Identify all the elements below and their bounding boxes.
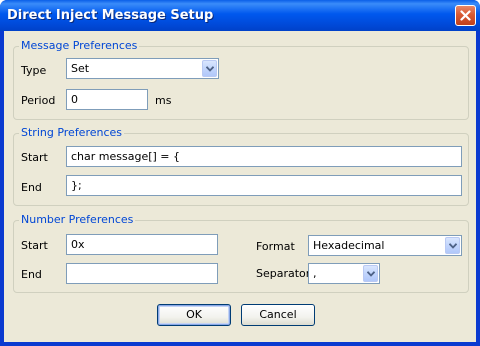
type-select[interactable]: Set bbox=[66, 58, 219, 79]
separator-select[interactable]: , bbox=[308, 263, 380, 284]
type-label: Type bbox=[21, 64, 47, 77]
period-label: Period bbox=[21, 94, 56, 107]
string-start-input[interactable]: char message[] = { bbox=[66, 146, 462, 167]
dialog-window: Direct Inject Message Setup Message Pref… bbox=[0, 0, 480, 346]
cancel-button[interactable]: Cancel bbox=[241, 304, 315, 326]
chevron-down-icon bbox=[206, 66, 214, 72]
message-preferences-legend: Message Preferences bbox=[19, 39, 140, 53]
format-select-value: Hexadecimal bbox=[313, 239, 385, 252]
ok-button[interactable]: OK bbox=[157, 304, 231, 326]
format-select[interactable]: Hexadecimal bbox=[308, 235, 462, 256]
type-select-value: Set bbox=[71, 62, 90, 75]
number-start-input[interactable]: 0x bbox=[66, 234, 218, 255]
type-dropdown-button[interactable] bbox=[202, 60, 217, 77]
dialog-body: Message Preferences Type Set Period 0 ms… bbox=[4, 31, 476, 342]
string-end-label: End bbox=[21, 181, 42, 194]
close-button[interactable] bbox=[455, 5, 476, 26]
number-preferences-legend: Number Preferences bbox=[19, 213, 136, 227]
number-preferences-group: Number Preferences Start 0x Format Hexad… bbox=[13, 213, 469, 293]
number-end-label: End bbox=[21, 268, 42, 281]
window-title: Direct Inject Message Setup bbox=[7, 8, 214, 23]
chevron-down-icon bbox=[449, 243, 457, 249]
format-dropdown-button[interactable] bbox=[445, 237, 460, 254]
message-preferences-group: Message Preferences Type Set Period 0 ms bbox=[13, 39, 469, 120]
period-input[interactable]: 0 bbox=[66, 89, 148, 110]
chevron-down-icon bbox=[367, 271, 375, 277]
string-preferences-group: String Preferences Start char message[] … bbox=[13, 126, 469, 206]
string-preferences-legend: String Preferences bbox=[19, 126, 125, 140]
string-start-label: Start bbox=[21, 151, 48, 164]
number-start-label: Start bbox=[21, 239, 48, 252]
format-label: Format bbox=[256, 240, 295, 253]
string-end-input[interactable]: }; bbox=[66, 175, 462, 196]
period-unit-label: ms bbox=[155, 94, 172, 107]
separator-dropdown-button[interactable] bbox=[363, 265, 378, 282]
separator-select-value: , bbox=[313, 267, 317, 280]
close-icon bbox=[460, 10, 471, 21]
separator-label: Separator bbox=[256, 267, 311, 280]
number-end-input[interactable] bbox=[66, 263, 218, 284]
title-bar[interactable]: Direct Inject Message Setup bbox=[0, 0, 480, 31]
